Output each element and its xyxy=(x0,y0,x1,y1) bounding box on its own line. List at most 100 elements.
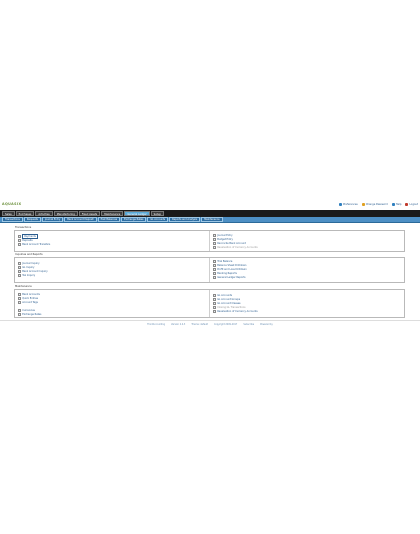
item-label: Quick Entries xyxy=(22,297,39,300)
tab-manufacturing[interactable]: Manufacturing xyxy=(53,211,78,216)
tab-general-ledger[interactable]: General Ledger xyxy=(124,211,150,216)
footer-divider xyxy=(0,320,420,321)
item-label: Bank Account Transfers xyxy=(22,243,51,246)
menu-item-gl-classes[interactable]: GL Account Classes xyxy=(213,302,241,305)
preferences-label: Preferences xyxy=(342,203,358,206)
menu-item-account-tags[interactable]: Account Tags xyxy=(18,301,38,304)
menu-item-bank-inquiry[interactable]: Bank Account Inquiry xyxy=(18,270,48,273)
doc-icon xyxy=(18,262,21,265)
doc-icon xyxy=(18,293,21,296)
subtab-reports[interactable]: Reports and Analysis xyxy=(169,217,201,222)
tab-sales[interactable]: Sales xyxy=(2,211,15,216)
subtab-post-balances[interactable]: Post Balances xyxy=(97,217,121,222)
menu-item-revaluation[interactable]: Revaluation of Currency Accounts xyxy=(213,246,258,249)
doc-icon xyxy=(213,260,216,263)
doc-icon xyxy=(18,313,21,316)
menu-item-trial-balance[interactable]: Trial Balance xyxy=(213,260,232,263)
menu-item-bank-transfers[interactable]: Bank Account Transfers xyxy=(18,243,50,246)
sub-nav: Transactions Requests Journal Entry Bank… xyxy=(0,217,420,223)
menu-item-closing-gl[interactable]: Closing GL Transactions xyxy=(213,306,246,309)
footer: FrontAccounting Version 2.4.3 Theme: def… xyxy=(0,323,420,327)
item-label: GL Inquiry xyxy=(22,266,35,269)
subtab-requests[interactable]: Requests xyxy=(23,217,41,222)
menu-item-profit-loss[interactable]: Profit and Loss Drilldown xyxy=(213,268,247,271)
item-label: Balance Sheet Drilldown xyxy=(217,264,247,267)
menu-item-gl-groups[interactable]: GL Account Groups xyxy=(213,298,240,301)
doc-icon xyxy=(213,294,216,297)
subtab-transactions[interactable]: Transactions xyxy=(2,217,23,222)
preferences-link[interactable]: Preferences xyxy=(338,202,358,207)
item-label: Trial Balance xyxy=(217,260,233,263)
logout-label: Logout xyxy=(409,203,418,206)
doc-icon xyxy=(213,234,216,237)
item-label: Revaluation of Currency Accounts xyxy=(217,310,258,313)
menu-item-journal-inquiry[interactable]: Journal Inquiry xyxy=(18,262,40,265)
doc-icon xyxy=(18,297,21,300)
doc-icon xyxy=(18,309,21,312)
section-title-inquiries: Inquiries and Reports xyxy=(15,253,43,256)
menu-item-deposits[interactable]: Deposits xyxy=(18,239,33,242)
subtab-journal-entry[interactable]: Journal Entry xyxy=(41,217,64,222)
tab-setup[interactable]: Setup xyxy=(150,211,164,216)
menu-item-gl-accounts[interactable]: GL Accounts xyxy=(213,294,232,297)
item-label: Currencies xyxy=(22,309,35,312)
doc-icon xyxy=(18,266,21,269)
menu-item-balance-sheet[interactable]: Balance Sheet Drilldown xyxy=(213,264,246,267)
change-password-link[interactable]: Change Password xyxy=(361,202,388,207)
doc-icon xyxy=(18,274,21,277)
item-label: Closing GL Transactions xyxy=(217,306,246,309)
menu-item-banking-reports[interactable]: Banking Reports xyxy=(213,272,237,275)
doc-icon xyxy=(213,272,216,275)
subtab-exchange-rates[interactable]: Exchange Rates xyxy=(121,217,147,222)
footer-copyright: Copyright 2009-2017 xyxy=(214,323,238,326)
menu-item-gl-reports[interactable]: General Ledger Reports xyxy=(213,276,246,279)
tab-purchases[interactable]: Purchases xyxy=(15,211,35,216)
subtab-gl-accounts[interactable]: GL Accounts xyxy=(147,217,169,222)
transactions-right: Journal Entry Budget Entry Reconcile Ban… xyxy=(210,231,404,251)
preferences-icon xyxy=(338,203,342,206)
inquiries-left: Journal Inquiry GL Inquiry Bank Account … xyxy=(15,258,210,282)
menu-item-reconcile[interactable]: Reconcile Bank Account xyxy=(213,242,246,245)
help-link[interactable]: Help xyxy=(391,202,401,207)
footer-powered-by: Powered by xyxy=(260,323,273,326)
doc-icon xyxy=(213,276,216,279)
doc-icon xyxy=(213,264,216,267)
menu-item-budget-entry[interactable]: Budget Entry xyxy=(213,238,233,241)
doc-icon xyxy=(213,310,216,313)
menu-item-tax-inquiry[interactable]: Tax Inquiry xyxy=(18,274,35,277)
maintenance-panel: Bank Accounts Quick Entries Account Tags… xyxy=(14,289,405,318)
item-label: Budget Entry xyxy=(217,238,233,241)
subtab-maintenance[interactable]: Maintenance xyxy=(201,217,223,222)
item-label: Bank Account Inquiry xyxy=(22,270,48,273)
logout-link[interactable]: Logout xyxy=(405,202,418,207)
menu-item-journal-entry[interactable]: Journal Entry xyxy=(213,234,233,237)
item-label: Banking Reports xyxy=(217,272,237,275)
menu-item-currencies[interactable]: Currencies xyxy=(18,309,35,312)
header-bar: AQUASIX Preferences Change Password Help… xyxy=(0,202,420,209)
menu-item-bank-accounts[interactable]: Bank Accounts xyxy=(18,293,40,296)
tab-fixed-assets[interactable]: Fixed Assets xyxy=(78,211,101,216)
maintenance-right: GL Accounts GL Account Groups GL Account… xyxy=(210,290,404,317)
tab-maintenance[interactable]: Maintenance xyxy=(101,211,124,216)
menu-item-revaluation-accounts[interactable]: Revaluation of Currency Accounts xyxy=(213,310,258,313)
item-label: Bank Accounts xyxy=(22,293,40,296)
doc-icon xyxy=(213,238,216,241)
footer-subscribe-link[interactable]: Subscribe xyxy=(243,323,254,327)
doc-icon xyxy=(18,243,21,246)
item-label: Journal Entry xyxy=(217,234,233,237)
doc-icon xyxy=(18,235,21,238)
transactions-left: Payments Deposits Bank Account Transfers xyxy=(15,231,210,251)
tab-activities[interactable]: Activities xyxy=(35,211,53,216)
item-label: Tax Inquiry xyxy=(22,274,36,277)
menu-item-gl-inquiry[interactable]: GL Inquiry xyxy=(18,266,34,269)
item-label: GL Account Groups xyxy=(217,298,241,301)
item-label: Reconcile Bank Account xyxy=(217,242,246,245)
subtab-bank-deposit[interactable]: Bank Account Deposit xyxy=(64,217,97,222)
item-label: Revaluation of Currency Accounts xyxy=(217,246,258,249)
transactions-panel: Payments Deposits Bank Account Transfers… xyxy=(14,230,405,252)
menu-item-exchange-rates[interactable]: Exchange Rates xyxy=(18,313,41,316)
item-label: Deposits xyxy=(22,239,33,242)
footer-theme: Theme: default xyxy=(191,323,208,326)
footer-app-link[interactable]: FrontAccounting xyxy=(147,323,165,327)
menu-item-quick-entries[interactable]: Quick Entries xyxy=(18,297,38,300)
